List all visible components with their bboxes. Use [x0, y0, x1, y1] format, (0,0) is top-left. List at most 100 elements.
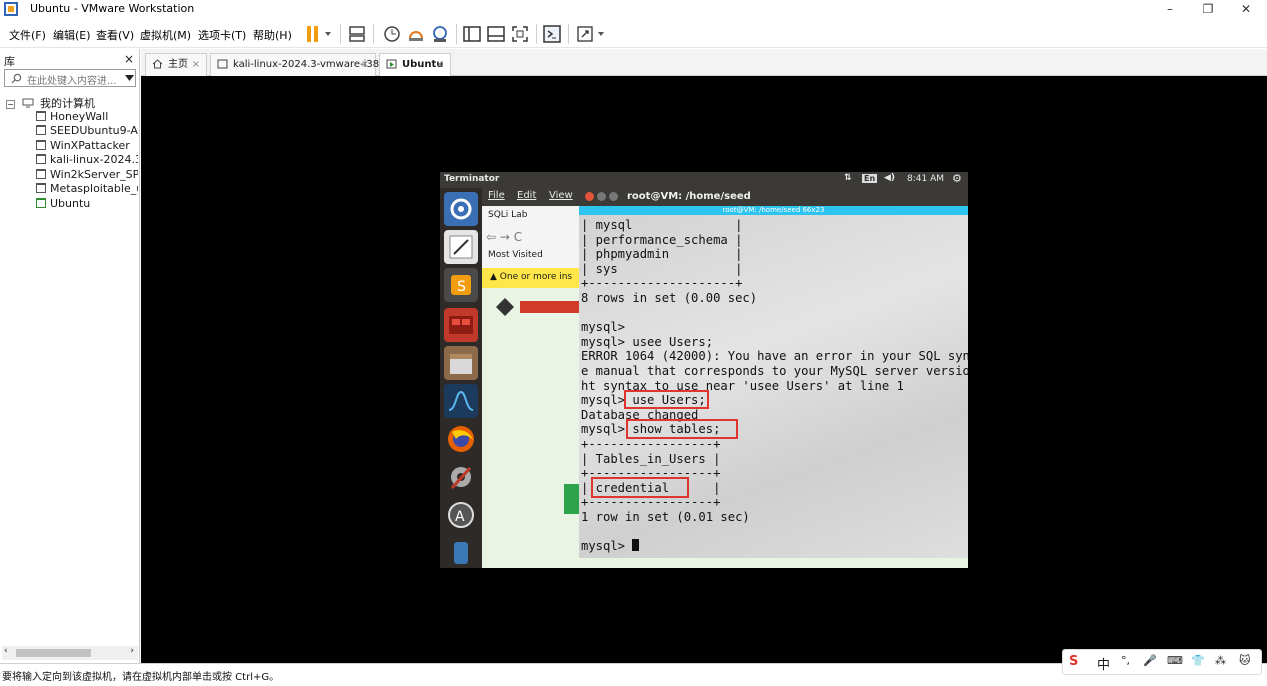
toolbar-separator — [568, 24, 569, 44]
tab-close-icon[interactable]: × — [192, 54, 200, 75]
vm-icon — [36, 139, 46, 150]
ff-menu-edit[interactable]: Edit — [517, 190, 536, 201]
ff-menu-file[interactable]: File — [488, 190, 505, 201]
send-ctrl-alt-del-icon[interactable] — [347, 24, 367, 44]
tree-item-winxpattacker[interactable]: WinXPattacker — [6, 139, 138, 154]
snapshot-manager-icon[interactable] — [430, 24, 450, 44]
tab-close-icon[interactable]: × — [361, 54, 369, 75]
settings-gear-icon[interactable]: ⚙ — [952, 172, 962, 185]
vm-label: WinXPattacker — [50, 138, 130, 152]
menu-view[interactable]: 查看(V) — [96, 27, 134, 43]
volume-icon[interactable]: ◀) — [884, 173, 895, 183]
sogou-logo-icon[interactable]: S — [1069, 654, 1078, 669]
tree-item-ubuntu[interactable]: Ubuntu — [6, 197, 138, 212]
file-manager-icon[interactable] — [444, 346, 478, 380]
tab-close-icon[interactable]: × — [436, 54, 444, 75]
network-icon[interactable]: ⇅ — [844, 173, 852, 183]
scroll-right-icon[interactable]: › — [130, 646, 134, 656]
tree-item-metasploitable[interactable]: Metasploitable_u — [6, 182, 138, 197]
vm-icon — [36, 110, 46, 121]
scroll-left-icon[interactable]: ‹ — [4, 646, 8, 656]
terminal-line: | phpmyadmin | — [581, 247, 743, 262]
tree-item-seedubuntu[interactable]: SEEDUbuntu9-Au — [6, 124, 138, 139]
ubuntu-desktop[interactable]: Terminator ⇅ En ◀) 8:41 AM ⚙ S A File Ed… — [440, 172, 968, 568]
close-button[interactable]: ✕ — [1226, 0, 1266, 18]
trash-icon[interactable] — [444, 536, 478, 568]
ff-bookmark-most-visited[interactable]: Most Visited — [488, 250, 543, 260]
menu-help[interactable]: 帮助(H) — [253, 27, 292, 43]
terminal-line: ERROR 1064 (42000): You have an error in… — [581, 349, 968, 364]
menu-vm[interactable]: 虚拟机(M) — [140, 27, 191, 43]
toolbar-separator — [340, 24, 341, 44]
microphone-icon[interactable]: 🎤 — [1143, 654, 1157, 667]
ff-tab-sqli-lab[interactable]: SQLi Lab — [482, 206, 582, 226]
terminator-icon[interactable] — [444, 308, 478, 342]
stretch-icon[interactable] — [576, 24, 608, 44]
skin-icon[interactable]: 👕 — [1191, 654, 1205, 667]
library-title: 库 — [4, 55, 15, 68]
tab-home[interactable]: 主页 × — [145, 53, 207, 76]
search-placeholder: 在此处键入内容进... — [27, 76, 117, 87]
sublime-text-icon[interactable]: S — [444, 268, 478, 302]
sidebar-view-icon[interactable] — [462, 24, 482, 44]
maximize-window-icon[interactable] — [609, 192, 618, 201]
console-view-icon[interactable] — [486, 24, 506, 44]
terminal-subtitle-bar: root@VM: /home/seed 66x23 — [579, 206, 968, 215]
menu-file[interactable]: 文件(F) — [9, 27, 46, 43]
title-bar: Ubuntu - VMware Workstation – ❐ ✕ — [0, 0, 1267, 18]
fullscreen-icon[interactable] — [510, 24, 530, 44]
seed-logo-icon — [496, 298, 580, 316]
mascot-icon[interactable]: 🐱 — [1239, 654, 1250, 667]
toolbox-icon[interactable]: ⁂ — [1215, 654, 1226, 667]
minimize-button[interactable]: – — [1150, 0, 1190, 18]
maximize-button[interactable]: ❐ — [1188, 0, 1228, 18]
software-updater-icon[interactable]: A — [444, 498, 478, 532]
terminal-window[interactable]: root@VM: /home/seed root@VM: /home/seed … — [579, 188, 968, 568]
tab-bar: 主页 × kali-linux-2024.3-vmware-i386 × Ubu… — [141, 49, 1267, 76]
vm-icon — [36, 125, 46, 135]
tree-root-my-computer[interactable]: − 我的计算机 — [6, 95, 138, 110]
terminal-icon[interactable] — [542, 24, 562, 44]
terminal-line: 1 row in set (0.01 sec) — [581, 509, 750, 524]
collapse-icon[interactable]: − — [6, 100, 15, 109]
ff-menu-view[interactable]: View — [549, 190, 573, 201]
terminal-line: 8 rows in set (0.00 sec) — [581, 290, 758, 305]
warning-icon: ▲ — [490, 272, 500, 282]
tree-root-label: 我的计算机 — [40, 97, 95, 110]
dash-home-icon[interactable] — [444, 192, 478, 226]
tree-item-kali[interactable]: kali-linux-2024.3- — [6, 153, 138, 168]
terminal-line: | performance_schema | — [581, 232, 743, 247]
ime-punctuation-icon[interactable]: °, — [1121, 654, 1130, 667]
menu-bar: 文件(F) 编辑(E) 查看(V) 虚拟机(M) 选项卡(T) 帮助(H) — [0, 18, 1267, 48]
system-settings-icon[interactable] — [444, 460, 478, 494]
revert-snapshot-icon[interactable] — [406, 24, 426, 44]
vm-console[interactable]: Terminator ⇅ En ◀) 8:41 AM ⚙ S A File Ed… — [141, 76, 1267, 663]
menu-tabs[interactable]: 选项卡(T) — [198, 27, 246, 43]
ime-mode-chinese[interactable]: 中 — [1097, 654, 1110, 673]
dropdown-arrow-icon[interactable] — [125, 75, 134, 82]
wireshark-icon[interactable] — [444, 384, 478, 418]
library-search-input[interactable]: 在此处键入内容进... — [4, 69, 136, 87]
ff-nav-buttons[interactable]: ⇦ → C — [486, 230, 522, 244]
pause-icon[interactable] — [305, 24, 335, 44]
keyboard-layout-indicator[interactable]: En — [862, 174, 878, 183]
keyboard-icon[interactable]: ⌨ — [1167, 654, 1183, 667]
vm-label: Metasploitable_u — [50, 182, 138, 195]
tab-label: 主页 — [168, 59, 188, 70]
scroll-thumb[interactable] — [16, 649, 91, 657]
terminal-line: +--------------------+ — [581, 276, 743, 291]
snapshot-icon[interactable] — [382, 24, 402, 44]
close-window-icon[interactable] — [585, 192, 594, 201]
tab-kali[interactable]: kali-linux-2024.3-vmware-i386 × — [210, 53, 385, 76]
tab-ubuntu[interactable]: Ubuntu × — [379, 53, 451, 76]
terminal-output[interactable]: | mysql | | performance_schema | | phpmy… — [579, 215, 968, 558]
clock[interactable]: 8:41 AM — [907, 174, 944, 184]
minimize-window-icon[interactable] — [597, 192, 606, 201]
menu-edit[interactable]: 编辑(E) — [53, 27, 91, 43]
firefox-icon[interactable] — [444, 422, 478, 456]
library-close-button[interactable]: × — [124, 52, 134, 66]
library-horizontal-scrollbar[interactable]: ‹ › — [2, 646, 138, 660]
text-editor-icon[interactable] — [444, 230, 478, 264]
tree-item-honeywall[interactable]: HoneyWall — [6, 110, 138, 125]
tree-item-win2kserver[interactable]: Win2kServer_SP0 — [6, 168, 138, 183]
